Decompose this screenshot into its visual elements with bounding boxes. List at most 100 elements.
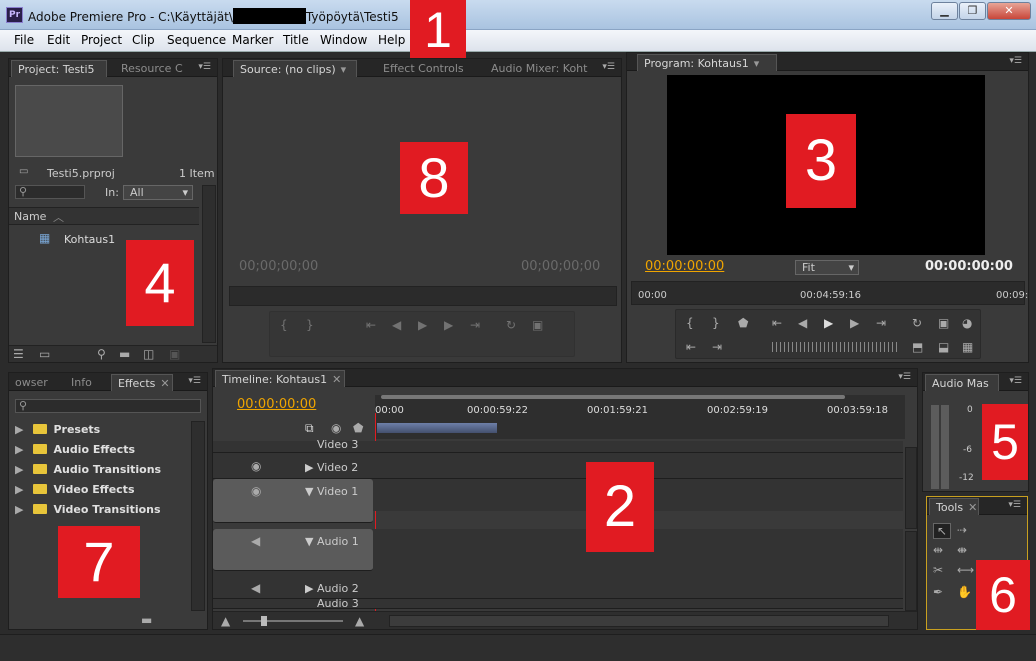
in-select[interactable]: All ▾ bbox=[123, 185, 193, 200]
menu-edit[interactable]: Edit bbox=[47, 33, 70, 47]
program-time-ruler[interactable]: 00:00 00:04:59:16 00:09: bbox=[631, 281, 1028, 305]
zoom-slider-thumb[interactable] bbox=[261, 616, 267, 626]
close-button[interactable]: ✕ bbox=[987, 2, 1031, 20]
menu-marker[interactable]: Marker bbox=[232, 33, 273, 47]
new-bin-icon[interactable]: ▬ bbox=[141, 613, 152, 627]
zoom-out-icon[interactable]: ▲ bbox=[221, 614, 230, 628]
name-column-header[interactable]: Name ︿ bbox=[9, 207, 199, 225]
menu-project[interactable]: Project bbox=[81, 33, 122, 47]
go-to-out-icon[interactable]: ⇥ bbox=[876, 316, 886, 330]
loop-icon[interactable]: ↻ bbox=[912, 316, 922, 330]
safe-margins-icon[interactable]: ▣ bbox=[938, 316, 949, 330]
program-timecode-current[interactable]: 00:00:00:00 bbox=[645, 259, 724, 274]
panel-menu-icon[interactable]: ▾☰ bbox=[188, 376, 201, 386]
menu-file[interactable]: File bbox=[14, 33, 34, 47]
set-marker-icon[interactable]: ⬟ bbox=[738, 316, 748, 330]
tab-source[interactable]: Source: (no clips) ▾ bbox=[233, 60, 357, 77]
pen-tool-icon[interactable]: ✒ bbox=[933, 585, 943, 599]
track-audio-1[interactable]: ◀ ▼ Audio 1 bbox=[213, 529, 373, 571]
panel-menu-icon[interactable]: ▾☰ bbox=[198, 62, 211, 72]
menu-help[interactable]: Help bbox=[378, 33, 405, 47]
project-search-input[interactable]: ⚲ bbox=[15, 185, 85, 199]
extract-icon[interactable]: ⬓ bbox=[938, 340, 949, 354]
snap-icon[interactable]: ⧉ bbox=[305, 421, 314, 435]
menu-sequence[interactable]: Sequence bbox=[167, 33, 226, 47]
close-icon[interactable]: ✕ bbox=[968, 501, 977, 514]
tab-effects[interactable]: Effects ✕ bbox=[111, 374, 173, 391]
close-icon[interactable]: ✕ bbox=[160, 377, 169, 390]
hand-tool-icon[interactable]: ✋ bbox=[957, 585, 972, 599]
panel-menu-icon[interactable]: ▾☰ bbox=[1008, 500, 1021, 510]
tab-audio-master[interactable]: Audio Mas bbox=[925, 374, 999, 391]
eye-icon[interactable]: ◉ bbox=[251, 459, 261, 473]
effects-folder-presets[interactable]: ▶ Presets bbox=[15, 423, 100, 441]
fit-select[interactable]: Fit ▾ bbox=[795, 260, 859, 275]
tab-audio-mixer[interactable]: Audio Mixer: Koht bbox=[485, 60, 593, 77]
tab-tools[interactable]: Tools ✕ bbox=[929, 498, 979, 515]
step-back-icon[interactable]: ◀ bbox=[798, 316, 807, 330]
project-item[interactable]: Kohtaus1 bbox=[64, 233, 115, 246]
tab-timeline[interactable]: Timeline: Kohtaus1 ✕ bbox=[215, 370, 345, 387]
play-icon[interactable]: ▶ bbox=[418, 318, 427, 332]
minimize-button[interactable]: ▁ bbox=[931, 2, 958, 20]
effects-search-input[interactable]: ⚲ bbox=[15, 399, 201, 413]
play-icon[interactable]: ▶ bbox=[824, 316, 833, 330]
safe-margins-icon[interactable]: ▣ bbox=[532, 318, 543, 332]
project-scrollbar[interactable] bbox=[202, 185, 216, 343]
panel-menu-icon[interactable]: ▾☰ bbox=[602, 62, 615, 72]
export-frame-icon[interactable]: ▦ bbox=[962, 340, 973, 354]
zoom-in-icon[interactable]: ▲ bbox=[355, 614, 364, 628]
shuttle-left-icon[interactable]: ⇤ bbox=[686, 340, 696, 354]
new-bin-icon[interactable]: ▬ bbox=[119, 347, 130, 361]
selection-tool-icon[interactable]: ↖ bbox=[933, 523, 952, 539]
track-video-1[interactable]: ◉ ▼ Video 1 bbox=[213, 479, 373, 523]
menu-title[interactable]: Title bbox=[283, 33, 309, 47]
keyframe-icon[interactable]: ◉ bbox=[331, 421, 341, 435]
list-view-icon[interactable]: ☰ bbox=[13, 347, 24, 361]
effects-folder-audio-effects[interactable]: ▶ Audio Effects bbox=[15, 443, 135, 461]
effects-scrollbar[interactable] bbox=[191, 421, 205, 611]
mark-out-icon[interactable]: } bbox=[306, 318, 314, 332]
track-select-tool-icon[interactable]: ⇢ bbox=[957, 523, 967, 537]
restore-button[interactable]: ❐ bbox=[959, 2, 986, 20]
effects-folder-audio-transitions[interactable]: ▶ Audio Transitions bbox=[15, 463, 161, 481]
panel-menu-icon[interactable]: ▾☰ bbox=[898, 372, 911, 382]
ripple-edit-tool-icon[interactable]: ⇹ bbox=[933, 543, 943, 557]
icon-view-icon[interactable]: ▭ bbox=[39, 347, 50, 361]
find-icon[interactable]: ⚲ bbox=[97, 347, 106, 361]
effects-folder-video-effects[interactable]: ▶ Video Effects bbox=[15, 483, 135, 501]
timeline-timecode[interactable]: 00:00:00:00 bbox=[237, 397, 316, 412]
go-to-in-icon[interactable]: ⇤ bbox=[366, 318, 376, 332]
tab-effect-controls[interactable]: Effect Controls bbox=[377, 60, 477, 77]
output-icon[interactable]: ◕ bbox=[962, 316, 972, 330]
slip-tool-icon[interactable]: ⟷ bbox=[957, 563, 974, 577]
timeline-horizontal-scrollbar[interactable] bbox=[389, 615, 889, 627]
lift-icon[interactable]: ⬒ bbox=[912, 340, 923, 354]
add-marker-icon[interactable]: ⬟ bbox=[353, 421, 363, 435]
timeline-ruler[interactable]: 00:00 00:00:59:22 00:01:59:21 00:02:59:1… bbox=[375, 395, 905, 439]
mark-in-icon[interactable]: { bbox=[686, 316, 694, 330]
rolling-edit-tool-icon[interactable]: ⇼ bbox=[957, 543, 967, 557]
source-time-ruler[interactable] bbox=[229, 286, 617, 306]
delete-icon[interactable]: ▣ bbox=[169, 347, 180, 361]
zoom-slider[interactable] bbox=[243, 616, 343, 626]
panel-menu-icon[interactable]: ▾☰ bbox=[1009, 376, 1022, 386]
mark-in-icon[interactable]: { bbox=[280, 318, 288, 332]
jog-shuttle[interactable] bbox=[772, 342, 898, 352]
step-forward-icon[interactable]: ▶ bbox=[444, 318, 453, 332]
razor-tool-icon[interactable]: ✂ bbox=[933, 563, 943, 577]
new-item-icon[interactable]: ◫ bbox=[143, 347, 154, 361]
mark-out-icon[interactable]: } bbox=[712, 316, 720, 330]
zoom-bar[interactable] bbox=[377, 423, 497, 433]
source-timecode-left[interactable]: 00;00;00;00 bbox=[239, 259, 318, 274]
speaker-icon[interactable]: ◀ bbox=[251, 581, 260, 595]
loop-icon[interactable]: ↻ bbox=[506, 318, 516, 332]
menu-window[interactable]: Window bbox=[320, 33, 367, 47]
eye-icon[interactable]: ◉ bbox=[251, 484, 261, 498]
work-area-bar[interactable] bbox=[381, 395, 845, 399]
speaker-icon[interactable]: ◀ bbox=[251, 534, 260, 548]
tab-resource[interactable]: Resource C bbox=[115, 60, 195, 77]
panel-menu-icon[interactable]: ▾☰ bbox=[1009, 56, 1022, 66]
tab-media-browser[interactable]: owser bbox=[9, 374, 49, 391]
close-icon[interactable]: ✕ bbox=[332, 373, 341, 386]
